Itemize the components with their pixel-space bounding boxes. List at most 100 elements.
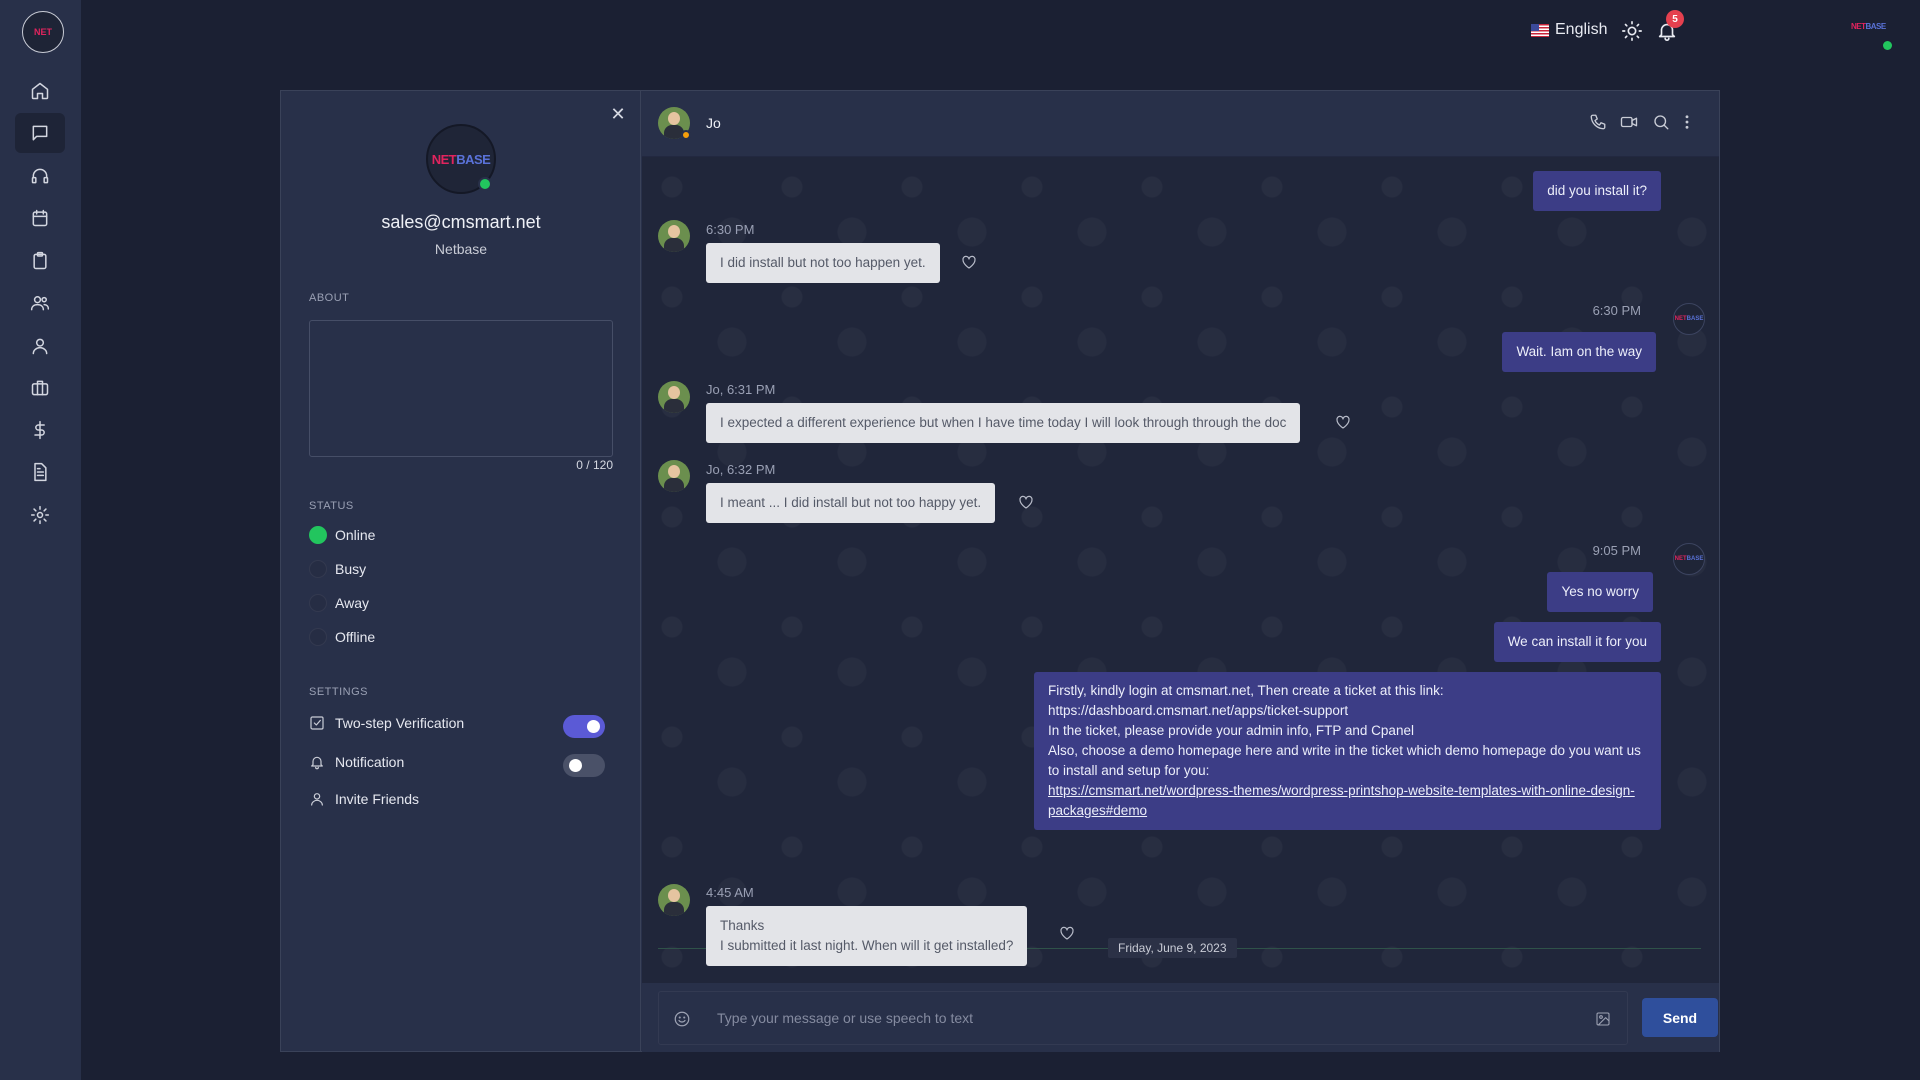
contact-avatar: [658, 220, 690, 252]
incoming-message: I meant ... I did install but not too ha…: [706, 483, 996, 523]
status-away-option[interactable]: Away: [309, 594, 369, 612]
status-option-label: Offline: [335, 629, 376, 645]
more-options-button[interactable]: [1678, 113, 1696, 136]
status-option-label: Online: [335, 527, 376, 543]
notification-toggle[interactable]: [563, 754, 605, 777]
nav-projects[interactable]: [15, 368, 65, 408]
user-icon: [32, 338, 48, 355]
nav-contacts[interactable]: [15, 283, 65, 323]
message-input[interactable]: Type your message or use speech to text: [658, 991, 1628, 1045]
profile-avatar-text-base: BASE: [456, 151, 491, 167]
outgoing-message: Wait. Iam on the way: [1502, 332, 1656, 372]
invite-friends-link[interactable]: Invite Friends: [309, 791, 419, 807]
contact-avatar: [658, 460, 690, 492]
clipboard-icon: [33, 251, 47, 270]
nav-profile[interactable]: [15, 326, 65, 366]
nav-tasks[interactable]: [15, 241, 65, 281]
nav-billing[interactable]: [15, 410, 65, 450]
nav-support[interactable]: [15, 156, 65, 196]
message-line: Also, choose a demo homepage here and wr…: [1048, 743, 1641, 778]
message-line: https://dashboard.cmsmart.net/apps/ticke…: [1048, 703, 1349, 718]
home-icon: [31, 82, 49, 100]
message-line: Thanks: [720, 918, 765, 933]
react-button[interactable]: [960, 253, 978, 271]
chat-area: Jo did you install it? 6:30 PM I did ins…: [642, 91, 1719, 1052]
profile-email: sales@cmsmart.net: [381, 212, 541, 232]
chat-panel: ✕ NET BASE sales@cmsmart.net Netbase ABOU…: [280, 90, 1720, 1052]
profile-sidebar: ✕ NET BASE sales@cmsmart.net Netbase ABOU…: [281, 91, 641, 1051]
nav-calendar[interactable]: [15, 198, 65, 238]
demo-link[interactable]: https://cmsmart.net/wordpress-themes/wor…: [1048, 783, 1635, 818]
agent-avatar-text-base: BASE: [1686, 556, 1704, 562]
toggle-knob: [587, 720, 600, 733]
send-button[interactable]: Send: [1642, 998, 1718, 1037]
image-attach-icon[interactable]: [1595, 1011, 1611, 1027]
search-messages-button[interactable]: [1652, 113, 1670, 136]
contact-status-indicator: [681, 130, 691, 140]
status-busy-option[interactable]: Busy: [309, 560, 366, 578]
agent-avatar-text-net: NET: [1674, 556, 1687, 562]
about-label: ABOUT: [309, 292, 350, 304]
settings-icon: [30, 505, 50, 525]
notification-count-badge: 5: [1666, 10, 1684, 28]
emoji-icon[interactable]: [673, 1010, 691, 1028]
message-line: Firstly, kindly login at cmsmart.net, Th…: [1048, 683, 1444, 698]
two-step-toggle[interactable]: [563, 715, 605, 738]
radio-unselected: [309, 628, 327, 646]
agent-avatar: NET BASE: [1673, 303, 1705, 335]
nav-chat[interactable]: [15, 113, 65, 153]
calendar-icon: [32, 209, 48, 227]
avatar-text-net: NET: [1851, 22, 1866, 31]
status-offline-option[interactable]: Offline: [309, 628, 375, 646]
message-line: I submitted it last night. When will it …: [720, 938, 1014, 953]
more-vertical-icon: [1685, 115, 1689, 129]
user-icon: [311, 793, 323, 806]
message-meta: 6:30 PM: [706, 222, 755, 237]
video-call-button[interactable]: [1620, 113, 1638, 136]
heart-icon: [1336, 415, 1350, 429]
status-label: STATUS: [309, 500, 354, 512]
heart-icon: [962, 255, 976, 269]
message-meta: 6:30 PM: [1592, 303, 1641, 318]
status-online-option[interactable]: Online: [309, 526, 375, 544]
setting-label: Notification: [335, 754, 405, 770]
profile-company: Netbase: [434, 241, 488, 257]
close-profile-button[interactable]: ✕: [609, 105, 627, 123]
message-meta: 4:45 AM: [706, 885, 754, 900]
app-logo[interactable]: NET: [22, 11, 64, 53]
chat-header: Jo: [642, 91, 1719, 157]
nav-home[interactable]: [15, 71, 65, 111]
profile-online-indicator: [478, 177, 492, 191]
react-button[interactable]: [1058, 924, 1076, 942]
us-flag-icon: [1531, 23, 1549, 37]
contact-avatar: [658, 884, 690, 916]
outgoing-message: We can install it for you: [1493, 622, 1661, 662]
contact-avatar: [658, 381, 690, 413]
theme-toggle[interactable]: [1621, 20, 1643, 47]
bell-icon: [311, 756, 323, 770]
language-selector[interactable]: English: [1531, 21, 1607, 39]
nav-settings[interactable]: [15, 495, 65, 535]
status-option-label: Away: [335, 595, 369, 611]
nav-documents[interactable]: [15, 452, 65, 492]
heart-icon: [1060, 926, 1074, 940]
document-icon: [34, 462, 47, 482]
incoming-message: I expected a different experience but wh…: [706, 403, 1301, 443]
setting-label: Invite Friends: [335, 791, 420, 807]
about-textarea[interactable]: [309, 320, 613, 457]
message-line: In the ticket, please provide your admin…: [1048, 723, 1414, 738]
user-avatar[interactable]: NETBASE: [1851, 22, 1886, 31]
agent-avatar-text-base: BASE: [1686, 316, 1704, 322]
phone-icon: [1590, 114, 1606, 130]
react-button[interactable]: [1334, 413, 1352, 431]
language-label: English: [1555, 21, 1608, 38]
message-meta: 9:05 PM: [1592, 543, 1641, 558]
radio-selected: [309, 526, 327, 544]
message-list[interactable]: did you install it? 6:30 PM I did instal…: [642, 157, 1719, 983]
settings-label: SETTINGS: [309, 686, 369, 698]
chat-icon: [32, 125, 48, 141]
react-button[interactable]: [1017, 493, 1035, 511]
agent-avatar-text-net: NET: [1674, 316, 1687, 322]
voice-call-button[interactable]: [1589, 113, 1607, 136]
left-nav-rail: NET: [0, 0, 81, 1080]
